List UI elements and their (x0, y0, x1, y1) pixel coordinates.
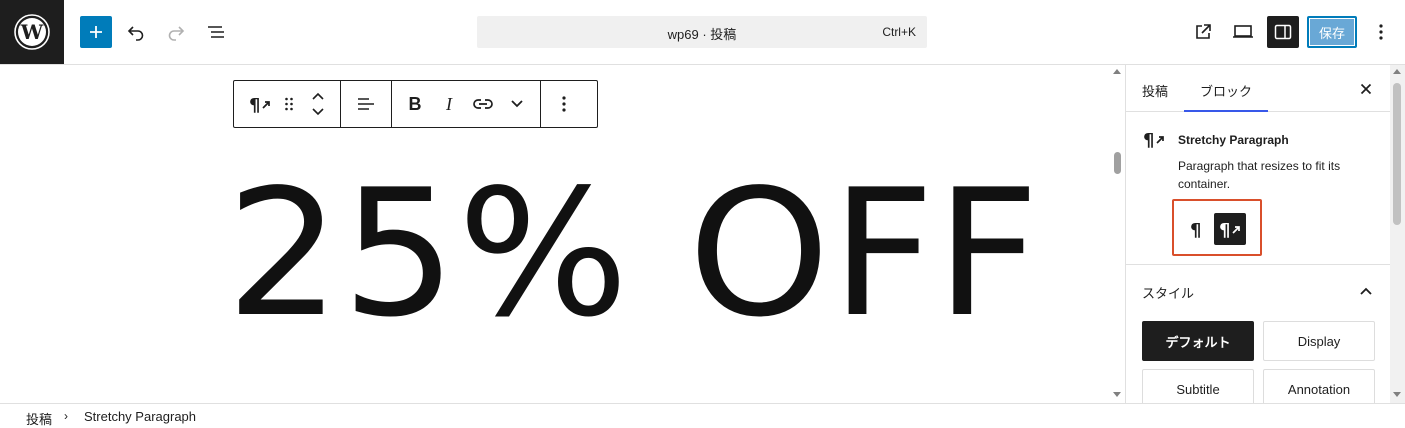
stretchy-paragraph-icon: ¶ (1143, 130, 1164, 151)
scroll-down-arrow[interactable] (1113, 392, 1121, 397)
block-toolbar: ¶ B I (233, 80, 598, 128)
align-button[interactable] (349, 81, 383, 127)
block-card-title: Stretchy Paragraph (1178, 133, 1289, 147)
list-view-icon (208, 26, 224, 38)
link-button[interactable] (466, 81, 500, 127)
close-sidebar-button[interactable] (1354, 77, 1378, 101)
external-link-icon (1196, 24, 1211, 39)
canvas-scrollbar[interactable] (1110, 65, 1125, 403)
scroll-thumb[interactable] (1114, 152, 1121, 174)
style-default-button[interactable]: デフォルト (1142, 321, 1254, 361)
command-shortcut: Ctrl+K (882, 25, 916, 39)
undo-button[interactable] (120, 16, 152, 48)
redo-icon (168, 26, 185, 41)
more-formatting-button[interactable] (500, 81, 534, 127)
styles-panel-toggle[interactable] (1354, 279, 1378, 303)
scroll-up-arrow[interactable] (1113, 69, 1121, 74)
svg-text:W: W (20, 20, 44, 44)
drag-handle-icon (285, 97, 293, 111)
breadcrumb-separator: › (64, 409, 68, 423)
options-button[interactable] (1365, 16, 1397, 48)
bold-icon: B (408, 93, 422, 114)
save-button[interactable]: 保存 (1307, 16, 1357, 48)
style-annotation-button[interactable]: Annotation (1263, 369, 1375, 403)
settings-toggle-button[interactable] (1267, 16, 1299, 48)
block-card-icon-wrap: ¶ (1142, 129, 1166, 154)
preview-button[interactable] (1227, 16, 1259, 48)
sidebar-scrollbar[interactable] (1390, 65, 1405, 403)
tab-block[interactable]: ブロック (1184, 65, 1268, 112)
close-icon (1360, 83, 1372, 95)
sidebar-tabs: 投稿 ブロック (1126, 65, 1391, 112)
breadcrumb-current: Stretchy Paragraph (84, 409, 197, 424)
plus-icon (90, 26, 102, 38)
wordpress-icon[interactable]: W (0, 0, 64, 64)
scroll-up-arrow[interactable] (1393, 69, 1401, 74)
breadcrumb-root[interactable]: 投稿 (26, 409, 52, 428)
styles-panel-heading[interactable]: スタイル (1142, 283, 1194, 302)
block-toolbar-group-format: B I (392, 81, 541, 127)
move-buttons[interactable] (300, 81, 336, 127)
scroll-down-arrow[interactable] (1393, 392, 1401, 397)
block-variations: ¶ ¶ (1172, 199, 1262, 256)
link-icon (473, 99, 493, 109)
block-type-button[interactable]: ¶ (242, 81, 278, 127)
stretchy-paragraph-icon: ¶ (1219, 220, 1240, 239)
variation-paragraph-button[interactable]: ¶ (1180, 213, 1212, 245)
view-post-button[interactable] (1187, 16, 1219, 48)
style-display-button[interactable]: Display (1263, 321, 1375, 361)
variation-stretchy-paragraph-button[interactable]: ¶ (1214, 213, 1246, 245)
chevron-up-icon (312, 92, 324, 100)
more-vertical-icon (1379, 24, 1383, 40)
style-subtitle-button[interactable]: Subtitle (1142, 369, 1254, 403)
settings-sidebar: 投稿 ブロック ¶ Stretchy Paragraph Paragraph t… (1125, 65, 1405, 403)
bold-button[interactable]: B (398, 81, 432, 127)
svg-text:¶: ¶ (249, 95, 260, 114)
block-options-button[interactable] (547, 81, 581, 127)
scroll-thumb[interactable] (1393, 83, 1401, 225)
block-card: ¶ Stretchy Paragraph Paragraph that resi… (1126, 113, 1391, 265)
desktop-icon (1233, 25, 1253, 38)
editor-header: W wp69 · 投稿 Ctrl+K 保存 (0, 0, 1405, 65)
italic-icon: I (446, 93, 452, 114)
chevron-down-icon (312, 108, 324, 116)
stretchy-paragraph-icon: ¶ (249, 95, 270, 114)
svg-text:¶: ¶ (1143, 130, 1154, 149)
chevron-up-icon (1360, 287, 1372, 295)
command-palette-bar[interactable]: wp69 · 投稿 Ctrl+K (477, 16, 927, 48)
block-toolbar-group-parent: ¶ (234, 81, 341, 127)
more-formatting-icon (511, 100, 523, 108)
sidebar-icon (1274, 24, 1292, 40)
redo-button[interactable] (160, 16, 192, 48)
align-left-icon (358, 98, 374, 110)
editor-canvas: ¶ B I 25% OFF (0, 65, 1110, 403)
block-card-description: Paragraph that resizes to fit its contai… (1178, 159, 1341, 191)
tab-post[interactable]: 投稿 (1142, 65, 1168, 112)
drag-handle[interactable] (278, 81, 300, 127)
paragraph-icon: ¶ (1190, 220, 1201, 239)
block-options-icon (562, 96, 566, 112)
document-title: wp69 · 投稿 (667, 27, 737, 42)
italic-button[interactable]: I (432, 81, 466, 127)
svg-text:¶: ¶ (1219, 220, 1230, 239)
block-toolbar-group-align (341, 81, 392, 127)
add-block-button[interactable] (80, 16, 112, 48)
block-toolbar-group-options (541, 81, 587, 127)
list-view-button[interactable] (200, 16, 232, 48)
block-breadcrumb: 投稿 › Stretchy Paragraph (0, 403, 1405, 428)
undo-icon (127, 26, 144, 41)
svg-text:¶: ¶ (1190, 220, 1201, 239)
stretchy-paragraph-block[interactable]: 25% OFF (226, 167, 1040, 342)
